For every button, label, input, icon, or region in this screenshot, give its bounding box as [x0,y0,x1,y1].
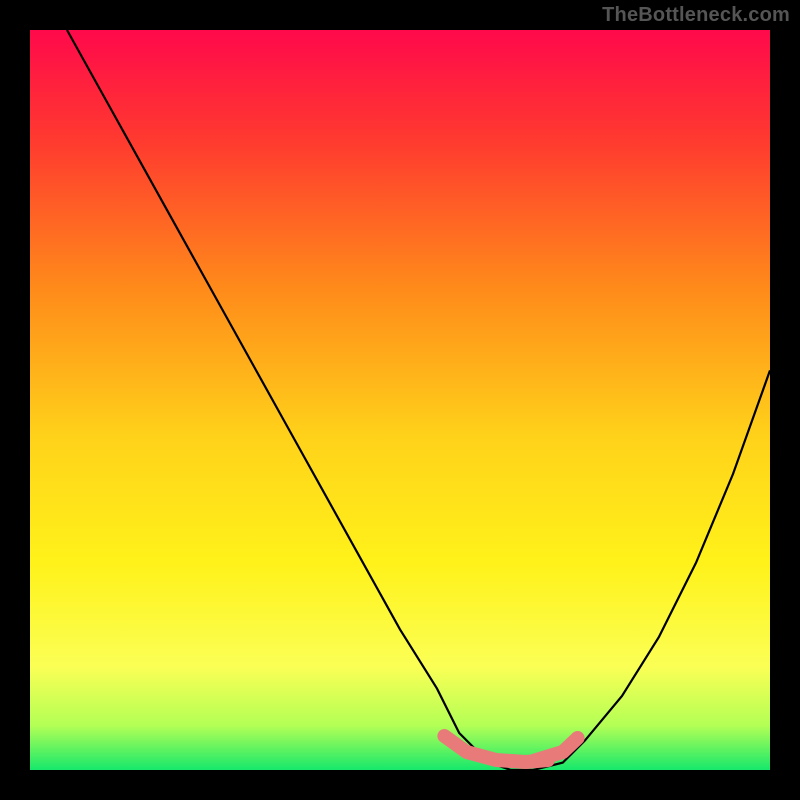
bottleneck-chart [30,30,770,770]
watermark-label: TheBottleneck.com [602,4,790,27]
chart-frame [30,30,770,770]
plot-background [30,30,770,770]
